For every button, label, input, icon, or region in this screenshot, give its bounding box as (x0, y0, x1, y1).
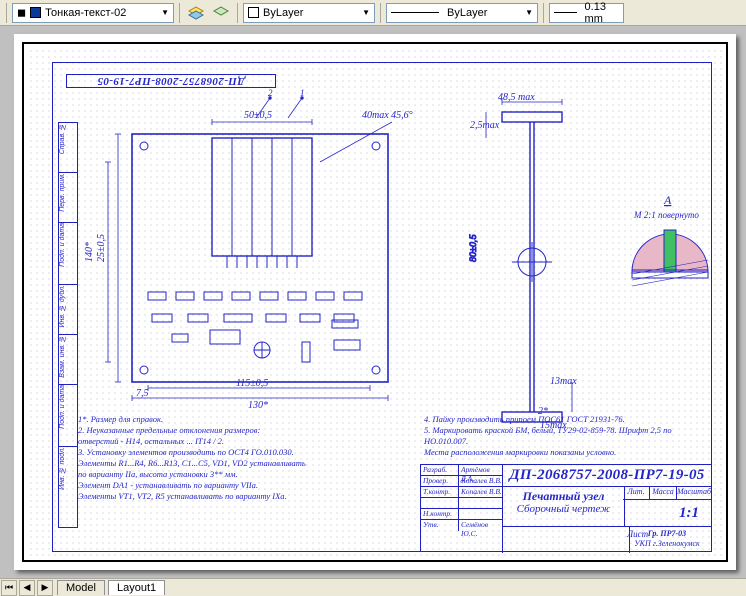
title-block-number: ДП-2068757-2008-ПР7-19-05 (503, 465, 711, 487)
layer-name: Тонкая-текст-02 (45, 7, 126, 19)
layer-state-icon: ◼︎ (17, 6, 26, 19)
tab-model[interactable]: Model (57, 580, 105, 595)
lineweight-combo[interactable]: 0.13 mm (549, 3, 624, 23)
layers-icon (188, 6, 204, 20)
svg-text:50±0,5: 50±0,5 (244, 110, 272, 121)
tab-prev-button[interactable]: ◀ (19, 580, 35, 596)
linetype-name: ByLayer (447, 7, 487, 19)
properties-toolbar: ◼︎ Тонкая-текст-02 ▼ ByLayer ▼ ByLayer ▼… (0, 0, 746, 26)
lineweight-preview (554, 12, 577, 13)
layout-tab-bar: ⏮ ◀ ▶ Model Layout1 (0, 578, 746, 596)
chevron-down-icon: ▼ (362, 8, 370, 17)
title-block: Разраб.Артёмов Д.А. Провер.Копалев В.В. … (420, 464, 712, 552)
layer-previous-button[interactable] (210, 2, 232, 24)
notes-left: 1*. Размер для справок. 2. Неуказанные п… (78, 414, 418, 502)
svg-text:2: 2 (268, 88, 273, 98)
linetype-combo[interactable]: ByLayer ▼ (386, 3, 538, 23)
tab-first-button[interactable]: ⏮ (1, 580, 17, 596)
tab-next-button[interactable]: ▶ (37, 580, 53, 596)
svg-text:25±0,5: 25±0,5 (96, 234, 107, 262)
svg-text:140*: 140* (84, 242, 95, 262)
notes-right: 4. Пайку производить припоем ПОС61 ГОСТ … (424, 414, 704, 458)
linetype-preview (391, 12, 439, 13)
svg-text:48,5 max: 48,5 max (498, 92, 535, 103)
layer-combo[interactable]: ◼︎ Тонкая-текст-02 ▼ (12, 3, 174, 23)
svg-text:7,5: 7,5 (136, 388, 149, 399)
svg-text:13max: 13max (550, 376, 577, 387)
svg-text:40max 45,6°: 40max 45,6° (362, 110, 413, 121)
svg-text:М 2:1 повернуто: М 2:1 повернуто (633, 210, 699, 220)
lineweight-name: 0.13 mm (585, 1, 619, 25)
drawing-canvas[interactable]: Справ. № Перв. прим. Подп. и дата Инв. №… (0, 26, 746, 578)
svg-text:2,5max: 2,5max (470, 120, 500, 131)
chevron-down-icon: ▼ (525, 8, 533, 17)
layer-manager-button[interactable] (185, 2, 207, 24)
color-combo[interactable]: ByLayer ▼ (243, 3, 375, 23)
layers-prev-icon (213, 6, 229, 20)
svg-text:A: A (663, 193, 672, 207)
svg-text:1: 1 (300, 88, 305, 98)
paper: Справ. № Перв. прим. Подп. и дата Инв. №… (14, 34, 736, 570)
svg-text:115±0,5: 115±0,5 (236, 378, 268, 389)
color-name: ByLayer (263, 7, 303, 19)
chevron-down-icon: ▼ (161, 8, 169, 17)
tab-layout1[interactable]: Layout1 (108, 580, 165, 595)
svg-text:130*: 130* (248, 400, 268, 411)
layer-color-swatch (30, 7, 41, 18)
color-swatch (248, 7, 259, 18)
svg-text:80±0,5: 80±0,5 (468, 234, 478, 262)
